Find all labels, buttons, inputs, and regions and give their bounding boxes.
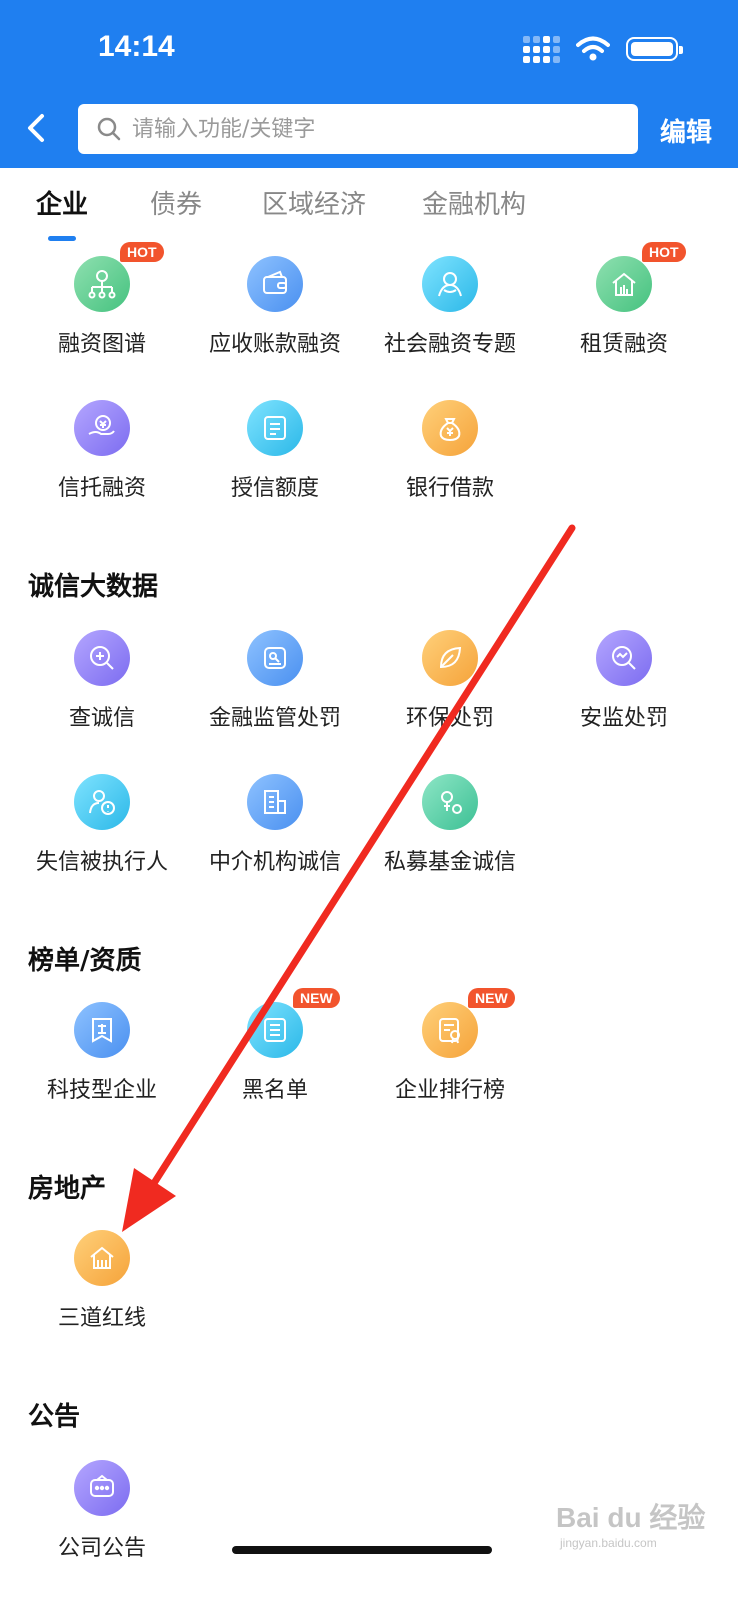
grid-item-label: 融资图谱	[57, 332, 146, 357]
grid-item-blacklist[interactable]: NEW 黑名单	[185, 988, 365, 1112]
agency-icon	[247, 774, 303, 830]
grid-item-label: 安监处罚	[579, 706, 668, 731]
grid-item-dishonest-executee[interactable]: 失信被执行人	[12, 774, 192, 884]
wallet-icon	[247, 256, 303, 312]
grid-item-social-financing[interactable]: 社会融资专题	[360, 256, 540, 366]
category-tabs: 企业 债券 区域经济 金融机构	[0, 184, 738, 244]
header-bar: 14:14 编辑	[0, 0, 738, 168]
financing-map-icon	[74, 256, 130, 312]
grid-item-label: 中介机构诚信	[208, 850, 341, 875]
grid-item-lease-financing[interactable]: HOT 租赁融资	[534, 242, 714, 366]
grid-item-receivables-financing[interactable]: 应收账款融资	[185, 256, 365, 366]
grid-item-trust-financing[interactable]: 信托融资	[12, 400, 192, 510]
grid-item-label: 科技型企业	[46, 1078, 157, 1103]
house-icon	[74, 1230, 130, 1286]
wifi-icon	[576, 36, 610, 61]
watermark-text: Bai du 经验	[556, 1502, 706, 1533]
back-icon[interactable]	[22, 112, 54, 144]
hand-coin-icon	[74, 400, 130, 456]
private-fund-icon	[422, 774, 478, 830]
enterprise-icon	[74, 1002, 130, 1058]
grid-item-label: 黑名单	[241, 1078, 308, 1103]
section-title-credit: 诚信大数据	[28, 572, 159, 602]
new-badge: NEW	[293, 988, 340, 1008]
search-input[interactable]	[132, 116, 592, 142]
grid-item-financing-map[interactable]: HOT 融资图谱	[12, 242, 192, 366]
grid-item-agency-credit[interactable]: 中介机构诚信	[185, 774, 365, 884]
tab-enterprise[interactable]: 企业	[36, 184, 88, 221]
grid-item-enterprise-ranking[interactable]: NEW 企业排行榜	[360, 988, 540, 1112]
tab-bonds[interactable]: 债券	[150, 184, 202, 221]
grid-item-safety-penalty[interactable]: 安监处罚	[534, 630, 714, 740]
leaf-icon	[422, 630, 478, 686]
grid-item-label: 环保处罚	[405, 706, 494, 731]
battery-icon	[626, 37, 683, 61]
baidu-watermark: Bai du 经验 jingyan.baidu.com	[556, 1496, 706, 1550]
grid-item-label: 租赁融资	[579, 332, 668, 357]
grid-item-label: 应收账款融资	[208, 332, 341, 357]
grid-item-tech-enterprise[interactable]: 科技型企业	[12, 1002, 192, 1112]
search-credit-icon	[74, 630, 130, 686]
status-time: 14:14	[98, 30, 175, 63]
tab-indicator	[48, 236, 76, 241]
grid-item-bank-loan[interactable]: 银行借款	[360, 400, 540, 510]
hot-badge: HOT	[120, 242, 164, 262]
cellular-signal-icon	[523, 35, 560, 63]
home-indicator[interactable]	[232, 1546, 492, 1554]
edit-button[interactable]: 编辑	[660, 112, 712, 149]
grid-item-label: 信托融资	[57, 476, 146, 501]
section-title-real-estate: 房地产	[28, 1174, 107, 1204]
grid-item-check-credit[interactable]: 查诚信	[12, 630, 192, 740]
building-icon	[596, 256, 652, 312]
chat-icon	[74, 1460, 130, 1516]
section-title-ranking: 榜单/资质	[28, 946, 142, 976]
people-icon	[422, 256, 478, 312]
grid-item-label: 失信被执行人	[35, 850, 168, 875]
grid-item-label: 三道红线	[57, 1306, 146, 1331]
tab-financial-institutions[interactable]: 金融机构	[422, 184, 526, 221]
hot-badge: HOT	[642, 242, 686, 262]
credit-doc-icon	[247, 400, 303, 456]
grid-item-company-announcement[interactable]: 公司公告	[12, 1460, 192, 1570]
grid-item-financial-regulation[interactable]: 金融监管处罚	[185, 630, 365, 740]
grid-item-label: 公司公告	[57, 1536, 146, 1561]
grid-item-label: 授信额度	[230, 476, 319, 501]
grid-item-credit-line[interactable]: 授信额度	[185, 400, 365, 510]
status-icons	[523, 34, 683, 64]
grid-item-label: 社会融资专题	[383, 332, 516, 357]
new-badge: NEW	[468, 988, 515, 1008]
inspect-icon	[596, 630, 652, 686]
search-box[interactable]	[78, 104, 638, 154]
tab-regional-economy[interactable]: 区域经济	[262, 184, 366, 221]
regulation-icon	[247, 630, 303, 686]
grid-item-label: 金融监管处罚	[208, 706, 341, 731]
person-alert-icon	[74, 774, 130, 830]
money-bag-icon	[422, 400, 478, 456]
section-title-announcements: 公告	[28, 1402, 81, 1432]
grid-item-label: 银行借款	[405, 476, 494, 501]
grid-item-environmental-penalty[interactable]: 环保处罚	[360, 630, 540, 740]
grid-item-label: 私募基金诚信	[383, 850, 516, 875]
grid-item-private-fund-credit[interactable]: 私募基金诚信	[360, 774, 540, 884]
watermark-url: jingyan.baidu.com	[560, 1536, 657, 1550]
ranking-icon	[422, 1002, 478, 1058]
search-icon	[97, 117, 121, 141]
grid-item-label: 查诚信	[68, 706, 135, 731]
grid-item-three-red-lines[interactable]: 三道红线	[12, 1230, 192, 1340]
grid-item-label: 企业排行榜	[394, 1078, 505, 1103]
blacklist-icon	[247, 1002, 303, 1058]
